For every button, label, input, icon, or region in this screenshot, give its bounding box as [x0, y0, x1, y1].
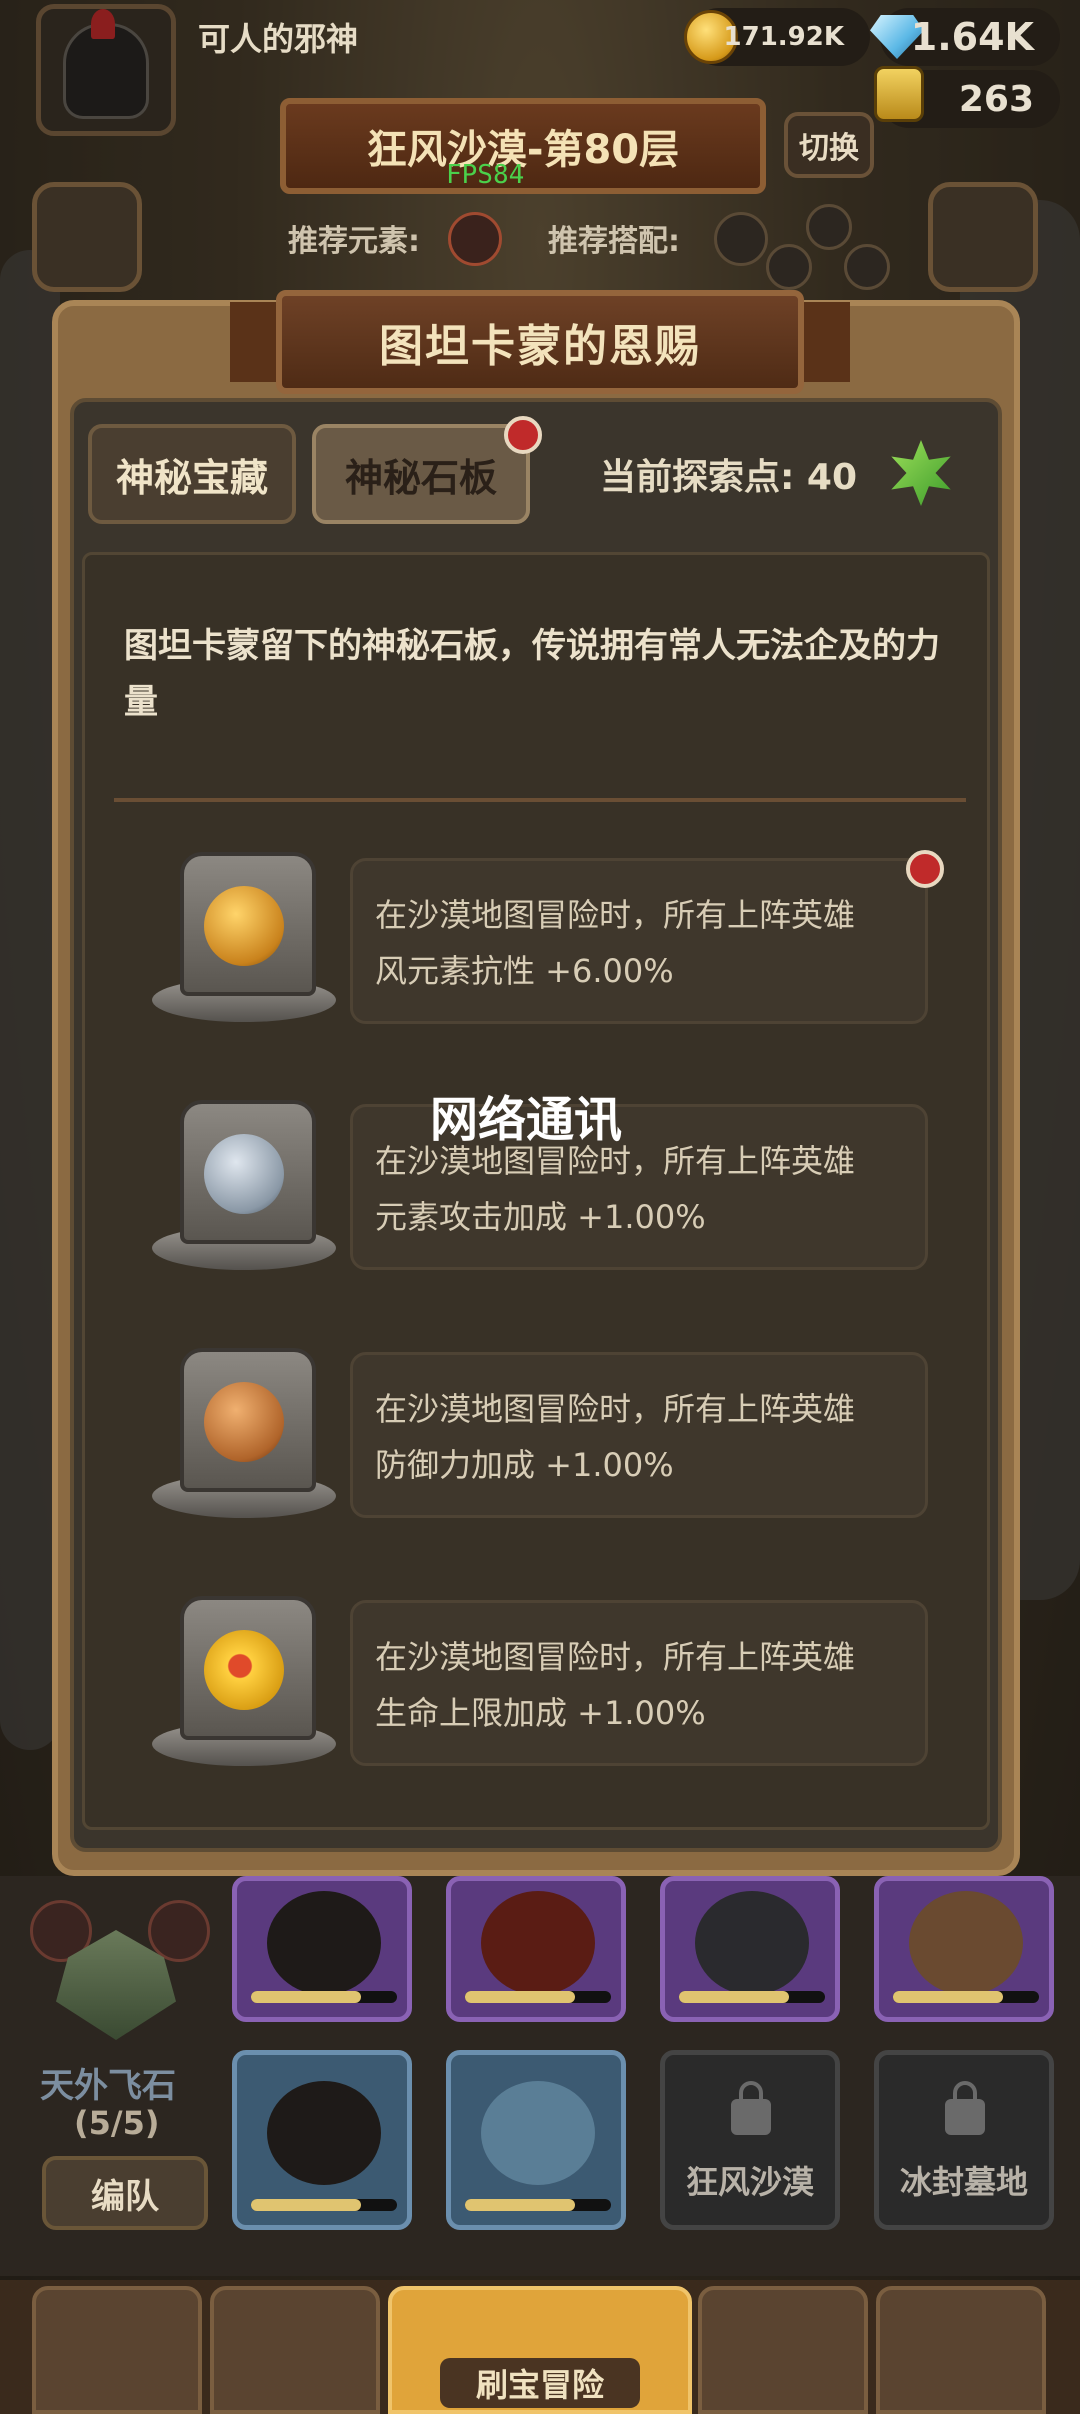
clover-button[interactable] — [32, 182, 142, 292]
exploration-points: 当前探索点: 40 — [600, 457, 858, 498]
edit-team-button[interactable]: 编队 — [42, 2156, 208, 2230]
recommend-combo-label: 推荐搭配: — [548, 224, 680, 259]
dragon-icon[interactable] — [152, 1348, 336, 1518]
bonus-text: 在沙漠地图冒险时，所有上阵英雄 防御力加成 +1.00% — [375, 1390, 856, 1484]
switch-stage-button[interactable]: 切换 — [784, 112, 874, 178]
tablet-bonus-card[interactable]: 在沙漠地图冒险时，所有上阵英雄 生命上限加成 +1.00% — [350, 1600, 928, 1766]
flower-icon[interactable] — [152, 1596, 336, 1766]
hero-slot[interactable] — [232, 1876, 412, 2022]
recommend-element-label: 推荐元素: — [288, 224, 420, 259]
locked-slot[interactable]: 冰封墓地 — [874, 2050, 1054, 2230]
formation-name: 天外飞石 — [40, 2066, 176, 2106]
bonus-text: 在沙漠地图冒险时，所有上阵英雄 生命上限加成 +1.00% — [375, 1638, 856, 1732]
plume-icon — [91, 9, 115, 39]
gem-value: 1.64K — [910, 15, 1034, 59]
scroll-button[interactable] — [928, 182, 1038, 292]
tab-mystery-treasure[interactable]: 神秘宝藏 — [88, 424, 296, 524]
tab-notification-badge — [504, 416, 542, 454]
golden-cross-icon[interactable] — [152, 852, 336, 1022]
hero-slot[interactable] — [874, 1876, 1054, 2022]
jar-icon — [874, 66, 924, 122]
locked-slot-label: 狂风沙漠 — [685, 2163, 814, 2201]
jar-counter[interactable]: 263 — [874, 66, 1060, 128]
gem-counter[interactable]: 1.64K — [870, 8, 1060, 66]
modal-title: 图坦卡蒙的恩赐 — [276, 290, 804, 394]
tablet-description: 图坦卡蒙留下的神秘石板，传说拥有常人无法企及的力量 — [124, 626, 940, 722]
player-name: 可人的邪神 — [198, 20, 359, 58]
bonus-notification-badge — [906, 850, 944, 888]
hero-slot[interactable] — [660, 1876, 840, 2022]
tab-mystery-tablet[interactable]: 神秘石板 — [312, 424, 530, 524]
wind-element-icon — [766, 244, 812, 290]
player-avatar[interactable] — [36, 4, 176, 136]
jar-value: 263 — [958, 78, 1034, 120]
fire-element-icon — [448, 212, 502, 266]
tablet-bonus-card[interactable]: 在沙漠地图冒险时，所有上阵英雄 风元素抗性 +6.00% — [350, 858, 928, 1024]
treasure-adventure-label: 刷宝冒险 — [440, 2358, 640, 2408]
water-element-icon — [844, 244, 890, 290]
forge-button[interactable] — [876, 2286, 1046, 2414]
hero-button[interactable] — [210, 2286, 380, 2414]
gold-counter[interactable]: 171.92K — [684, 8, 870, 66]
warning-icon — [714, 212, 768, 266]
bonus-text: 在沙漠地图冒险时，所有上阵英雄 风元素抗性 +6.00% — [375, 896, 856, 990]
shop-button[interactable] — [32, 2286, 202, 2414]
formation-count: (5/5) — [74, 2104, 160, 2142]
lock-icon — [945, 2081, 985, 2135]
fire-element-icon — [806, 204, 852, 250]
backpack-button[interactable] — [698, 2286, 868, 2414]
hero-slot[interactable] — [446, 1876, 626, 2022]
divider — [114, 798, 966, 802]
hero-slot[interactable] — [232, 2050, 412, 2230]
fps-counter: FPS84 — [446, 160, 525, 190]
lock-icon — [731, 2081, 771, 2135]
burst-skill-icon[interactable] — [148, 1900, 210, 1962]
tablet-bonus-card[interactable]: 在沙漠地图冒险时，所有上阵英雄 防御力加成 +1.00% — [350, 1352, 928, 1518]
sword-shield-icon[interactable] — [152, 1100, 336, 1270]
network-toast: 网络通讯 — [430, 1092, 623, 1148]
locked-slot[interactable]: 狂风沙漠 — [660, 2050, 840, 2230]
hero-slot[interactable] — [446, 2050, 626, 2230]
gold-value: 171.92K — [723, 22, 844, 52]
locked-slot-label: 冰封墓地 — [899, 2163, 1028, 2201]
